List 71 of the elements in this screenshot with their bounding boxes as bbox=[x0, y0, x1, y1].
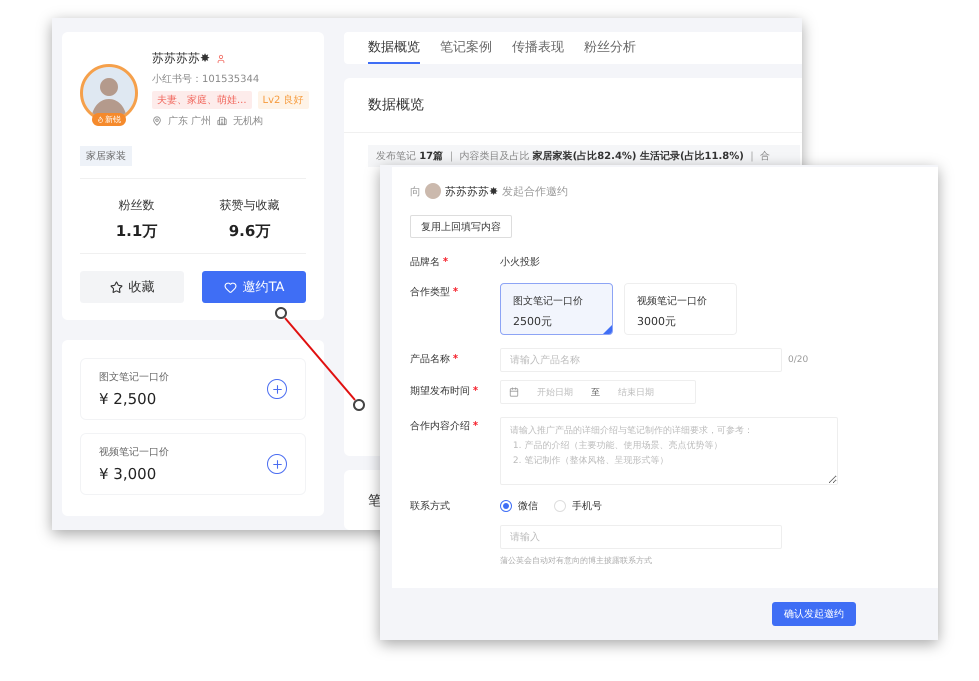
required-icon bbox=[473, 421, 478, 426]
price-label: 视频笔记一口价 bbox=[99, 446, 169, 459]
user-name: 苏苏苏苏✸ bbox=[445, 184, 498, 198]
tab[interactable]: 笔记案例 bbox=[440, 32, 492, 64]
type-option[interactable]: 图文笔记一口价 2500元 bbox=[500, 283, 613, 335]
person-icon bbox=[216, 54, 226, 64]
star-icon bbox=[110, 280, 122, 294]
field-label: 期望发布时间 bbox=[410, 384, 470, 398]
building-icon bbox=[217, 116, 228, 126]
type-option[interactable]: 视频笔记一口价 3000元 bbox=[624, 283, 737, 335]
option-title: 视频笔记一口价 bbox=[637, 294, 708, 308]
selected-corner-icon bbox=[603, 325, 612, 334]
required-icon bbox=[453, 287, 458, 292]
stat-label: 获赞与收藏 bbox=[220, 197, 280, 214]
tab[interactable]: 粉丝分析 bbox=[584, 32, 636, 64]
flame-icon bbox=[97, 116, 104, 123]
avatar bbox=[425, 183, 441, 199]
field-label: 品牌名 bbox=[410, 256, 440, 269]
tag: Lv2 良好 bbox=[258, 91, 309, 109]
brand-value: 小火投影 bbox=[500, 256, 540, 269]
favorite-button[interactable]: 收藏 bbox=[80, 271, 184, 303]
location: 广东 广州 bbox=[168, 114, 212, 128]
required-icon bbox=[443, 257, 448, 262]
stat-value: 1.1万 bbox=[116, 222, 158, 241]
add-icon[interactable] bbox=[267, 454, 287, 474]
char-counter: 0/20 bbox=[788, 355, 808, 365]
organization: 无机构 bbox=[233, 114, 264, 128]
field-label: 产品名称 bbox=[410, 352, 450, 366]
reuse-button[interactable]: 复用上回填写内容 bbox=[410, 215, 512, 238]
category-tag: 家居家装 bbox=[80, 146, 132, 166]
description-field[interactable]: 请输入推广产品的详细介绍与笔记制作的详细要求，可参考： 1. 产品的介绍（主要功能、使用场景、亮点优势等） 2. 笔记制作（整体风格、呈现形式等） bbox=[500, 417, 838, 485]
price-value: ¥ 2,500 bbox=[99, 390, 158, 408]
price-item[interactable]: 视频笔记一口价 ¥ 3,000 bbox=[80, 433, 306, 495]
price-label: 图文笔记一口价 bbox=[99, 370, 169, 384]
option-price: 3000元 bbox=[637, 314, 677, 329]
date-range-field[interactable]: 开始日期 至 结束日期 bbox=[500, 380, 696, 404]
level-badge: 新锐 bbox=[92, 113, 126, 126]
contact-field[interactable]: 请输入 bbox=[500, 525, 782, 549]
hint-text: 蒲公英会自动对有意向的博主披露联系方式 bbox=[500, 555, 653, 566]
invite-suffix: 发起合作邀约 bbox=[502, 184, 568, 198]
field-label: 合作内容介绍 bbox=[410, 420, 470, 433]
tab[interactable]: 传播表现 bbox=[512, 32, 564, 64]
invite-button[interactable]: 邀约TA bbox=[202, 271, 306, 303]
user-name: 苏苏苏苏✸ bbox=[152, 50, 210, 67]
range-separator: 至 bbox=[591, 386, 600, 398]
calendar-icon bbox=[509, 387, 519, 397]
required-icon bbox=[453, 354, 458, 359]
option-price: 2500元 bbox=[513, 314, 553, 329]
stat-label: 粉丝数 bbox=[118, 197, 154, 214]
location-icon bbox=[152, 116, 162, 126]
field-label: 联系方式 bbox=[410, 500, 450, 513]
stat-value: 9.6万 bbox=[228, 222, 270, 241]
price-item[interactable]: 图文笔记一口价 ¥ 2,500 bbox=[80, 358, 306, 420]
contact-radio[interactable]: 手机号 bbox=[554, 499, 602, 513]
add-icon[interactable] bbox=[267, 379, 287, 399]
invite-prefix: 向 bbox=[410, 184, 421, 198]
submit-button[interactable]: 确认发起邀约 bbox=[772, 602, 856, 626]
required-icon bbox=[473, 386, 478, 391]
option-title: 图文笔记一口价 bbox=[513, 294, 584, 308]
field-label: 合作类型 bbox=[410, 286, 450, 299]
price-value: ¥ 3,000 bbox=[99, 465, 158, 483]
heart-icon bbox=[224, 280, 237, 294]
start-date: 开始日期 bbox=[537, 386, 573, 398]
tab[interactable]: 数据概览 bbox=[368, 32, 420, 64]
tag: 夫妻、家庭、萌娃... bbox=[152, 91, 252, 109]
summary-text: 发布笔记 17篇 ｜ 内容类目及占比 家居家装(占比82.4%) 生活记录(占比11.8%) ｜ 合 bbox=[368, 145, 800, 168]
contact-radio[interactable]: 微信 bbox=[500, 499, 538, 513]
end-date: 结束日期 bbox=[618, 386, 654, 398]
product-name-field[interactable]: 请输入产品名称 bbox=[500, 348, 782, 372]
account-id: 小红书号：101535344 bbox=[152, 72, 260, 86]
section-title: 数据概览 bbox=[344, 78, 802, 134]
